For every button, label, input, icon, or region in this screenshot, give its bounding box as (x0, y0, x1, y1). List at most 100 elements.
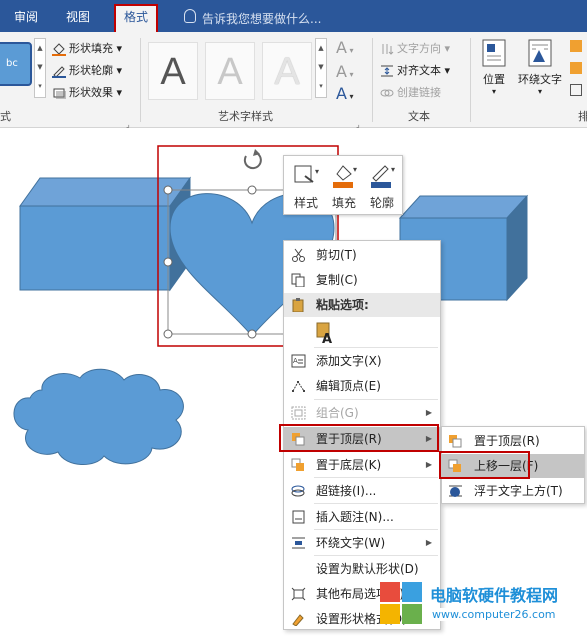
format-shape-icon (292, 614, 304, 626)
svg-text:A: A (293, 357, 298, 365)
bring-to-front-submenu: 置于顶层(R) 上移一层(F) 浮于文字上方(T) (441, 426, 585, 504)
position-icon (482, 39, 506, 67)
mini-outline-button[interactable]: ▾ 轮廓 (364, 162, 400, 212)
paint-bucket-icon: ▾ (333, 165, 357, 188)
mini-fill-button[interactable]: ▾ 填充 (326, 162, 362, 212)
tab-review[interactable]: 审阅 (14, 6, 38, 32)
create-link-button[interactable]: 创建链接 (380, 84, 441, 100)
text-group-label: 文本 (408, 110, 430, 123)
menu-item-wrap-text[interactable]: 环绕文字(W) ▶ (284, 531, 440, 555)
context-menu: 剪切(T) 复制(C) 粘贴选项: A A 添加文字(X) 编辑顶点(E) 组合… (283, 240, 441, 630)
watermark: 电脑软硬件教程网 www.computer26.com (370, 578, 585, 633)
pencil-icon (52, 66, 66, 78)
wrap-text-icon (292, 537, 305, 549)
text-direction-icon (382, 44, 394, 55)
group-icon (291, 406, 306, 420)
menu-item-bring-to-front[interactable]: 置于顶层(R) ▶ (284, 427, 440, 451)
wordart-group-label: 艺术字样式 (218, 110, 273, 123)
add-text-icon: A (291, 354, 306, 368)
ribbon-body: bc ▲ ▼ ▾ 形状填充 ▾ 形状轮廓 ▾ 形状效果 ▾ 式 ⌟ A A A ▲ ▼… (0, 32, 587, 129)
text-effects-icon[interactable]: A ▾ (336, 84, 354, 103)
wordart-scroll[interactable]: ▲ ▼ ▾ (315, 38, 327, 98)
watermark-title: 电脑软硬件教程网 (430, 586, 559, 605)
svg-text:▾: ▾ (353, 165, 357, 174)
shape-outline-button[interactable]: 形状轮廓 ▾ (52, 62, 122, 78)
caption-icon (292, 510, 305, 524)
menu-item-edit-points[interactable]: 编辑顶点(E) (284, 374, 440, 398)
paste-options-header: 粘贴选项: (284, 293, 440, 317)
menu-item-cut[interactable]: 剪切(T) (284, 243, 440, 267)
menu-separator (314, 399, 438, 400)
menu-item-add-text[interactable]: A 添加文字(X) (284, 349, 440, 373)
menu-separator (314, 555, 438, 556)
separator (372, 38, 373, 122)
clipboard-icon (292, 298, 304, 312)
effects-icon (53, 88, 66, 99)
in-front-of-text-icon (449, 485, 462, 497)
bring-forward-icon (448, 459, 461, 472)
menu-item-copy[interactable]: 复制(C) (284, 268, 440, 292)
shape-effects-button[interactable]: 形状效果 ▾ (52, 84, 122, 100)
shape-fill-button[interactable]: 形状填充 ▾ (52, 40, 122, 56)
tab-format[interactable]: 格式 (114, 4, 159, 32)
wordart-style-1[interactable]: A (148, 42, 198, 100)
layout-icon (291, 587, 306, 601)
send-backward-icon[interactable] (570, 62, 582, 74)
menu-item-send-to-back[interactable]: 置于底层(K) ▶ (284, 453, 440, 477)
lightbulb-icon (184, 9, 196, 23)
align-text-icon (381, 65, 393, 77)
cloud-shape (13, 368, 184, 465)
wrap-text-button[interactable]: 环绕文字 ▾ (516, 38, 564, 96)
rotate-handle-icon (243, 149, 262, 170)
wrap-text-icon (528, 39, 552, 67)
pencil-icon: ▾ (371, 165, 395, 188)
submenu-item-bring-to-front[interactable]: 置于顶层(R) (442, 429, 584, 453)
paste-keep-text-button[interactable]: A (314, 321, 336, 347)
paint-bucket-icon (52, 43, 66, 56)
menu-separator (314, 529, 438, 530)
shape-styles-group-label: 式 (0, 110, 11, 123)
send-to-back-icon (291, 458, 304, 471)
text-outline-icon[interactable]: A ▾ (336, 62, 354, 81)
bring-forward-icon[interactable] (570, 40, 582, 52)
submenu-item-bring-forward[interactable]: 上移一层(F) (442, 454, 584, 478)
svg-text:▾: ▾ (391, 165, 395, 174)
menu-item-insert-caption[interactable]: 插入题注(N)... (284, 505, 440, 529)
link-icon (380, 89, 394, 97)
menu-separator (314, 347, 438, 348)
menu-item-group[interactable]: 组合(G) ▶ (284, 401, 440, 425)
wordart-style-3[interactable]: A (262, 42, 312, 100)
wordart-style-2[interactable]: A (205, 42, 255, 100)
tab-view[interactable]: 视图 (66, 6, 90, 32)
watermark-url: www.computer26.com (432, 608, 556, 621)
scissors-icon (292, 248, 305, 262)
hyperlink-icon (291, 485, 305, 497)
paste-text-icon: A (316, 322, 332, 347)
shape-style-sample[interactable]: bc (0, 42, 32, 86)
bring-to-front-icon (292, 433, 305, 446)
text-direction-button[interactable]: 文字方向 ▾ (380, 40, 450, 56)
mini-toolbar: ▾ 样式 ▾ 填充 ▾ 轮廓 (283, 155, 403, 215)
arrange-group-label: 排 (578, 110, 587, 123)
text-fill-icon[interactable]: A ▾ (336, 38, 354, 57)
position-button[interactable]: 位置 ▾ (478, 38, 510, 96)
svg-text:A: A (322, 332, 332, 345)
tell-me-search[interactable]: 告诉我您想要做什么... (202, 10, 321, 27)
bring-to-front-icon (449, 435, 462, 448)
selection-pane-icon[interactable] (570, 84, 582, 96)
align-text-button[interactable]: 对齐文本 ▾ (380, 62, 450, 78)
menu-separator (314, 503, 438, 504)
ribbon-tab-bar: 审阅 视图 格式 告诉我您想要做什么... (0, 0, 587, 32)
edit-points-icon (292, 381, 305, 392)
mini-style-button[interactable]: ▾ 样式 (288, 162, 324, 212)
shape-style-scroll[interactable]: ▲ ▼ ▾ (34, 38, 46, 98)
style-icon: ▾ (294, 165, 319, 183)
menu-separator (314, 477, 438, 478)
copy-icon (291, 273, 305, 287)
left-cube-shape (19, 176, 191, 292)
menu-item-hyperlink[interactable]: 超链接(I)... (284, 479, 440, 503)
separator (470, 38, 471, 122)
separator (140, 38, 141, 122)
submenu-item-in-front-of-text[interactable]: 浮于文字上方(T) (442, 479, 584, 503)
watermark-logo-icon (380, 582, 422, 624)
